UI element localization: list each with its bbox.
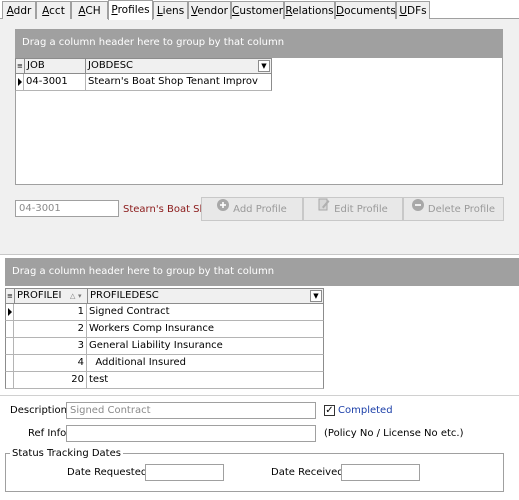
tab-profiles[interactable]: Profiles: [108, 0, 153, 20]
tab-customer-label: ustomer: [239, 5, 284, 17]
profiles-grid-header: ≡ PROFILEI △ ▾ PROFILEDESC ▼: [5, 288, 324, 304]
tab-ach[interactable]: ACH: [71, 1, 108, 19]
status-tracking-legend: Status Tracking Dates: [12, 448, 121, 459]
row-selector[interactable]: [16, 74, 24, 90]
tab-acct[interactable]: Acct: [36, 1, 71, 19]
tab-ach-label: CH: [85, 5, 101, 17]
tab-addr-label: ddr: [13, 5, 32, 17]
current-row-icon: [18, 78, 22, 86]
job-field[interactable]: 04-3001: [15, 200, 119, 217]
job-description-label: Stearn's Boat Sho: [123, 204, 201, 215]
row-selector[interactable]: [6, 372, 14, 388]
date-requested-label: Date Requested:: [67, 467, 151, 478]
add-profile-button[interactable]: Add Profile: [201, 197, 303, 221]
edit-profile-label: Edit Profile: [334, 204, 388, 215]
tab-udfs[interactable]: UDFs: [396, 1, 430, 19]
row-selector[interactable]: [6, 321, 14, 337]
tab-customer[interactable]: Customer: [231, 1, 284, 19]
edit-icon: [318, 198, 330, 220]
refinfo-label: Ref Info:: [28, 428, 70, 439]
cell-profiledesc[interactable]: Additional Insured: [87, 355, 323, 371]
add-profile-label: Add Profile: [233, 204, 287, 215]
column-chooser-icon[interactable]: ≡: [16, 59, 25, 73]
jobs-group-bar[interactable]: Drag a column header here to group by th…: [15, 29, 503, 57]
refinfo-input[interactable]: [66, 425, 316, 442]
column-header-profileid-label: PROFILEI: [17, 290, 62, 301]
tab-addr[interactable]: Addr: [2, 1, 36, 19]
tab-udfs-label: DFs: [407, 5, 427, 17]
cell-job[interactable]: 04-3001: [24, 74, 86, 90]
completed-label: Completed: [338, 405, 393, 416]
cell-profiledesc[interactable]: Workers Comp Insurance: [87, 321, 323, 337]
row-selector[interactable]: [6, 355, 14, 371]
date-received-label: Date Received:: [271, 467, 347, 478]
table-row[interactable]: 20 test: [5, 372, 324, 389]
cell-jobdesc[interactable]: Stearn's Boat Shop Tenant Improv: [86, 74, 271, 90]
description-input[interactable]: Signed Contract: [66, 402, 316, 419]
tab-liens-label: iens: [162, 5, 185, 17]
filter-icon[interactable]: ▾: [78, 289, 82, 303]
tab-vendor-label: endor: [197, 5, 228, 17]
column-header-job[interactable]: JOB: [25, 59, 86, 73]
date-requested-input[interactable]: [145, 464, 224, 481]
description-label: Description:: [10, 405, 71, 416]
delete-profile-label: Delete Profile: [427, 204, 496, 215]
jobs-grid-header: ≡ JOB JOBDESC ▼: [15, 58, 272, 74]
tab-acct-label: cct: [49, 5, 65, 17]
tab-liens[interactable]: Liens: [153, 1, 188, 19]
completed-checkbox[interactable]: ✓: [324, 405, 335, 416]
row-selector[interactable]: [6, 338, 14, 354]
cell-profileid[interactable]: 3: [14, 338, 87, 354]
cell-profiledesc[interactable]: Signed Contract: [87, 304, 323, 320]
tab-bar: Addr Acct ACH Profiles Liens Vendor Cust…: [0, 0, 519, 20]
row-selector[interactable]: [6, 304, 14, 320]
column-header-jobdesc[interactable]: JOBDESC: [86, 59, 271, 73]
cell-profiledesc[interactable]: General Liability Insurance: [87, 338, 323, 354]
chevron-down-icon[interactable]: ▼: [258, 60, 270, 72]
tab-documents[interactable]: Documents: [335, 1, 396, 19]
edit-profile-button[interactable]: Edit Profile: [303, 197, 403, 221]
tab-vendor[interactable]: Vendor: [188, 1, 231, 19]
tab-profiles-label: rofiles: [117, 4, 150, 16]
refinfo-hint: (Policy No / License No etc.): [324, 428, 464, 439]
table-row[interactable]: 3 General Liability Insurance: [5, 338, 324, 355]
date-received-input[interactable]: [341, 464, 420, 481]
chevron-down-icon[interactable]: ▼: [310, 290, 322, 302]
cell-profileid[interactable]: 4: [14, 355, 87, 371]
tab-documents-mnemonic: D: [336, 5, 345, 17]
tab-relations[interactable]: Relations: [284, 1, 335, 19]
column-chooser-icon[interactable]: ≡: [6, 289, 15, 303]
cell-profiledesc[interactable]: test: [87, 372, 323, 388]
profiles-group-bar[interactable]: Drag a column header here to group by th…: [5, 258, 519, 286]
cell-profileid[interactable]: 20: [14, 372, 87, 388]
table-row[interactable]: 4 Additional Insured: [5, 355, 324, 372]
current-row-icon: [8, 308, 12, 316]
table-row[interactable]: 04-3001 Stearn's Boat Shop Tenant Improv: [15, 74, 272, 91]
table-row[interactable]: 2 Workers Comp Insurance: [5, 321, 324, 338]
tab-relations-label: elations: [292, 5, 334, 17]
column-header-profiledesc[interactable]: PROFILEDESC: [88, 289, 323, 303]
delete-icon: [411, 198, 424, 220]
tab-documents-label: ocuments: [344, 5, 396, 17]
tab-addr-mnemonic: A: [6, 5, 14, 17]
cell-profileid[interactable]: 1: [14, 304, 87, 320]
column-header-profileid[interactable]: PROFILEI △ ▾: [15, 289, 88, 303]
add-icon: [217, 198, 230, 220]
cell-profileid[interactable]: 2: [14, 321, 87, 337]
profiles-group-hint: Drag a column header here to group by th…: [12, 266, 275, 277]
tab-udfs-mnemonic: U: [399, 5, 408, 17]
delete-profile-button[interactable]: Delete Profile: [403, 197, 504, 221]
sort-ascending-icon: △: [70, 292, 76, 300]
divider: [0, 395, 519, 396]
table-row[interactable]: 1 Signed Contract: [5, 304, 324, 321]
jobs-group-hint: Drag a column header here to group by th…: [22, 37, 285, 48]
